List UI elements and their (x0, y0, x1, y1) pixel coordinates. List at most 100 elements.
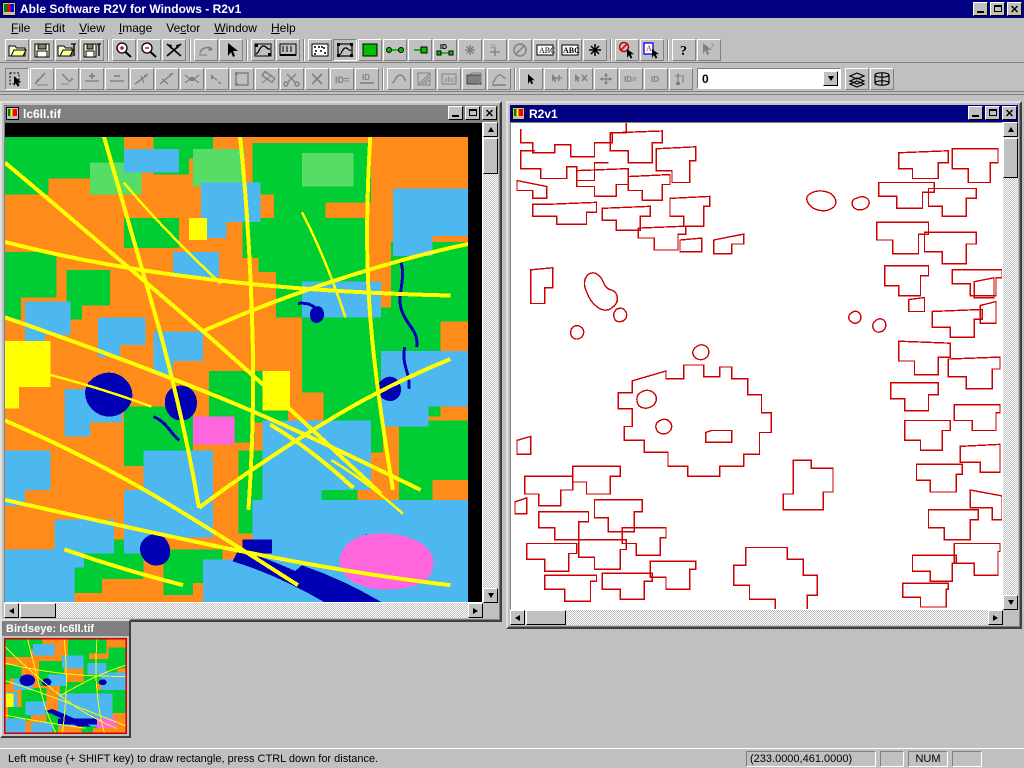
join-line-tool[interactable] (155, 67, 179, 90)
show-text-button[interactable]: ABC (533, 38, 557, 61)
image-window-titlebar[interactable]: lc6ll.tif (4, 105, 498, 122)
smooth-line-tool[interactable] (387, 67, 411, 90)
point-select-tool[interactable] (519, 67, 543, 90)
show-node-button[interactable] (583, 38, 607, 61)
image-scroll-left-button[interactable] (4, 603, 19, 618)
layer-stack-button[interactable] (845, 67, 869, 90)
text-tool[interactable]: abc (437, 67, 461, 90)
vector-maximize-button[interactable] (985, 106, 1000, 120)
menu-edit[interactable]: Edit (37, 19, 72, 37)
move-line-tool[interactable] (205, 67, 229, 90)
image-maximize-button[interactable] (465, 106, 480, 120)
show-single-line-button[interactable] (408, 38, 432, 61)
landcover-raster-canvas[interactable] (4, 122, 483, 603)
image-scroll-down-button[interactable] (483, 588, 498, 603)
open-image-button[interactable] (5, 38, 29, 61)
point-label-tool[interactable]: ID (644, 67, 668, 90)
image-hscroll-thumb[interactable] (20, 603, 56, 618)
maximize-button[interactable] (990, 2, 1005, 16)
birdseye-canvas[interactable] (4, 638, 127, 734)
add-vertex-tool[interactable] (55, 67, 79, 90)
zoom-in-button[interactable] (112, 38, 136, 61)
add-point-tool[interactable] (544, 67, 568, 90)
auto-vectorize-button[interactable] (251, 38, 275, 61)
vector-scroll-right-button[interactable] (988, 610, 1003, 625)
cut-line-tool[interactable] (280, 67, 304, 90)
close-polygon-tool[interactable] (230, 67, 254, 90)
image-scroll-right-button[interactable] (468, 603, 483, 618)
show-control-points-button[interactable]: P (483, 38, 507, 61)
raster-editing-button[interactable] (276, 38, 300, 61)
show-vector-button[interactable] (333, 38, 357, 61)
vector-close-button[interactable] (1002, 106, 1017, 120)
show-points-button[interactable] (458, 38, 482, 61)
vector-hscroll-thumb[interactable] (526, 610, 566, 625)
add-node-tool[interactable] (80, 67, 104, 90)
help-button[interactable]: ? (672, 38, 696, 61)
image-vertical-scrollbar[interactable] (483, 122, 498, 603)
draw-line-tool[interactable] (30, 67, 54, 90)
toolbar-separator (300, 38, 307, 61)
show-abc-button[interactable]: ABC (558, 38, 582, 61)
hatch-tool[interactable] (412, 67, 436, 90)
move-point-tool[interactable] (594, 67, 618, 90)
vector-vscroll-thumb[interactable] (1003, 138, 1018, 178)
chevron-down-icon[interactable] (823, 71, 838, 86)
vector-scroll-down-button[interactable] (1003, 595, 1018, 610)
menu-file[interactable]: FFileile (4, 19, 37, 37)
menu-view[interactable]: View (72, 19, 112, 37)
minimize-button[interactable] (973, 2, 988, 16)
show-color-button[interactable] (358, 38, 382, 61)
show-line-id-button[interactable]: ID (433, 38, 457, 61)
delete-node-tool[interactable] (105, 67, 129, 90)
image-vscroll-track[interactable] (483, 122, 498, 603)
attribute-select-button[interactable]: A (640, 38, 664, 61)
layer-properties-button[interactable] (870, 67, 894, 90)
image-vscroll-thumb[interactable] (483, 138, 498, 174)
zoom-out-button[interactable] (137, 38, 161, 61)
connect-lines-tool[interactable] (180, 67, 204, 90)
vector-polygon-canvas[interactable] (510, 122, 1003, 610)
delete-point-tool[interactable] (569, 67, 593, 90)
vector-vertical-scrollbar[interactable] (1003, 122, 1018, 610)
edit-select-tool[interactable] (5, 67, 29, 90)
vector-minimize-button[interactable] (968, 106, 983, 120)
point-id-equals-tool[interactable]: ID= (619, 67, 643, 90)
image-hscroll-track[interactable] (4, 603, 483, 618)
menu-image[interactable]: Image (112, 19, 159, 37)
delete-select-button[interactable] (615, 38, 639, 61)
open-vector-button[interactable] (55, 38, 79, 61)
vector-scroll-up-button[interactable] (1003, 122, 1018, 137)
image-close-button[interactable] (482, 106, 497, 120)
pointer-select-button[interactable] (219, 38, 243, 61)
vector-vscroll-track[interactable] (1003, 122, 1018, 610)
menu-window[interactable]: Window (207, 19, 264, 37)
menu-vector[interactable]: Vector (159, 19, 207, 37)
layer-combo[interactable]: 0 (697, 68, 841, 89)
vector-hscroll-track[interactable] (510, 610, 1003, 625)
close-button[interactable] (1007, 2, 1022, 16)
id-label-tool[interactable]: ID (355, 67, 379, 90)
show-raster-button[interactable] (308, 38, 332, 61)
no-entry-button[interactable] (508, 38, 532, 61)
show-lines-button[interactable] (383, 38, 407, 61)
delete-line-tool[interactable] (305, 67, 329, 90)
save-image-button[interactable] (30, 38, 54, 61)
context-help-button[interactable]: ? (697, 38, 721, 61)
split-line-tool[interactable] (130, 67, 154, 90)
set-id-tool[interactable]: ID= (330, 67, 354, 90)
save-vector-button[interactable] (80, 38, 104, 61)
point-attribute-tool[interactable] (669, 67, 693, 90)
image-scroll-up-button[interactable] (483, 122, 498, 137)
image-horizontal-scrollbar[interactable] (4, 603, 483, 618)
vector-horizontal-scrollbar[interactable] (510, 610, 1003, 625)
undo-button[interactable] (194, 38, 218, 61)
image-minimize-button[interactable] (448, 106, 463, 120)
measure-tool[interactable] (255, 67, 279, 90)
zoom-fit-button[interactable] (162, 38, 186, 61)
vector-window-titlebar[interactable]: R2v1 (510, 105, 1018, 122)
fill-tool[interactable] (462, 67, 486, 90)
contour-tool[interactable] (487, 67, 511, 90)
menu-help[interactable]: Help (264, 19, 303, 37)
vector-scroll-left-button[interactable] (510, 610, 525, 625)
